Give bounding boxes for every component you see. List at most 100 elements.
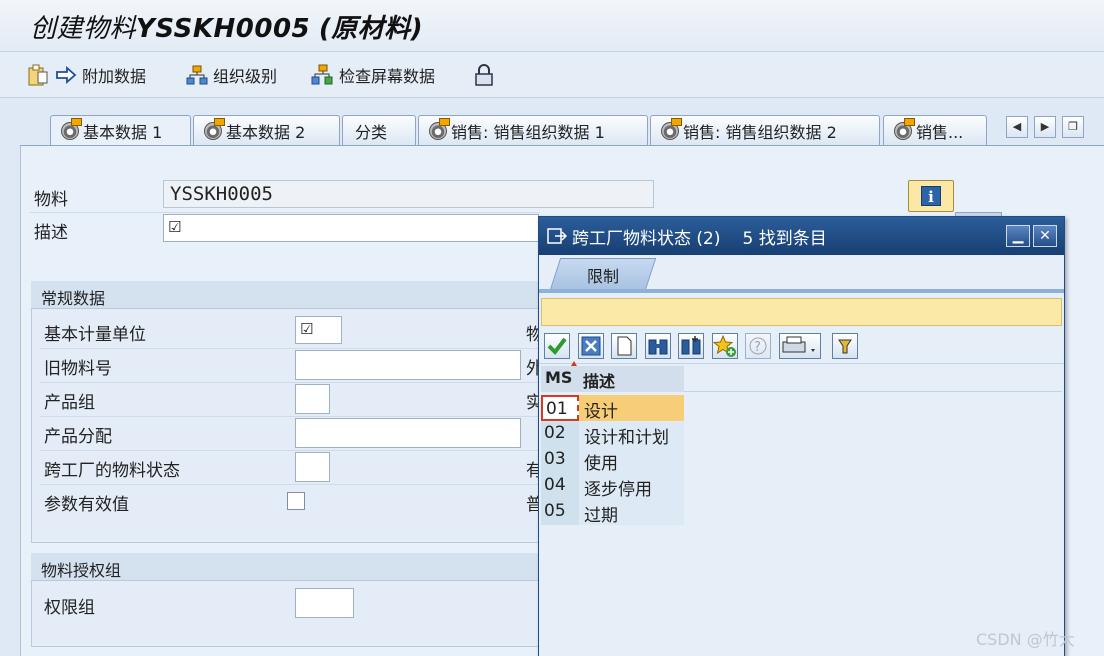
auth-group-label: 权限组 [44, 598, 95, 618]
base-uom-field[interactable]: ☑ [295, 316, 342, 344]
find-next-button[interactable] [678, 333, 704, 359]
param-effectivity-checkbox[interactable] [287, 492, 305, 510]
param-effectivity-label: 参数有效值 [44, 495, 129, 515]
triangle-right-icon: ▶ [1040, 120, 1050, 133]
product-allocation-label: 产品分配 [44, 427, 112, 447]
document-icon [617, 336, 632, 356]
cancel-icon [581, 336, 601, 356]
org-levels-button[interactable]: 组织级别 [186, 63, 277, 87]
row-divider [40, 382, 540, 383]
filter-button[interactable] [832, 333, 858, 359]
tab-scroll-right-button[interactable]: ▶ [1034, 116, 1056, 138]
cancel-button[interactable] [578, 333, 604, 359]
tab-label: 销售... [916, 122, 964, 142]
product-group-label: 产品组 [44, 393, 95, 413]
status-code: 01 [541, 395, 579, 421]
cross-plant-status-label: 跨工厂的物料状态 [44, 461, 180, 481]
arrow-right-icon [56, 66, 77, 84]
continue-button[interactable] [544, 333, 570, 359]
new-button[interactable] [611, 333, 637, 359]
tab-label: 销售: 销售组织数据 2 [683, 122, 837, 142]
column-header-desc[interactable]: 描述 [579, 366, 684, 392]
old-material-no-label: 旧物料号 [44, 359, 112, 379]
svg-text:?: ? [754, 340, 761, 355]
tab-scroll-left-button[interactable]: ◀ [1006, 116, 1028, 138]
help-button[interactable]: ? [745, 333, 771, 359]
column-header-ms[interactable]: MS [541, 366, 579, 392]
window-icon [547, 228, 567, 244]
minimize-button[interactable]: ▁ [1006, 225, 1030, 247]
page-title: 创建物料YSSKH0005 (原材料) [30, 14, 424, 44]
row-divider [40, 450, 540, 451]
list-item[interactable]: 05 过期 [541, 499, 684, 526]
checkmark-icon [547, 337, 567, 356]
info-button[interactable]: i [908, 180, 954, 212]
value-help-dialog: 跨工厂物料状态 (2) 5 找到条目 ▁ ✕ 限制 ? MS 描述 01 设计 0… [538, 216, 1065, 656]
tab-list-button[interactable]: ❐ [1062, 116, 1084, 138]
list-item[interactable]: 02 设计和计划 [541, 421, 684, 448]
status-code: 05 [541, 499, 579, 525]
star-plus-icon [712, 334, 736, 357]
lock-button[interactable] [474, 63, 494, 87]
additional-data-button[interactable]: 附加数据 [26, 63, 146, 87]
list-item[interactable]: 03 使用 [541, 447, 684, 474]
status-desc: 设计和计划 [579, 421, 684, 448]
tab-sales-org-2[interactable]: 销售: 销售组织数据 2 [650, 115, 880, 145]
tab-sales-more[interactable]: 销售... [883, 115, 987, 145]
general-data-header: 常规数据 [31, 281, 541, 309]
list-item[interactable]: 01 设计 [541, 395, 684, 422]
old-material-no-field[interactable] [295, 350, 521, 380]
status-desc: 设计 [579, 395, 684, 422]
tab-classification[interactable]: 分类 [342, 115, 416, 145]
material-field[interactable]: YSSKH0005 [163, 180, 654, 208]
print-button[interactable] [779, 333, 821, 359]
status-icon [61, 118, 82, 140]
close-button[interactable]: ✕ [1033, 225, 1057, 247]
list-item[interactable]: 04 逐步停用 [541, 473, 684, 500]
add-favorite-button[interactable] [712, 333, 738, 359]
info-icon: i [921, 186, 941, 206]
status-icon [204, 117, 225, 140]
clipboard-icon [28, 64, 48, 86]
check-screen-data-button[interactable]: 检查屏幕数据 [310, 63, 435, 87]
status-desc: 使用 [579, 447, 684, 474]
check-screen-data-label: 检查屏幕数据 [339, 67, 436, 86]
dialog-title-bar[interactable]: 跨工厂物料状态 (2) 5 找到条目 [539, 217, 1064, 255]
cross-plant-status-field[interactable] [295, 452, 330, 482]
message-bar [541, 298, 1062, 326]
binoculars-plus-icon [681, 336, 701, 355]
status-code: 04 [541, 473, 579, 499]
header-filler [684, 366, 1062, 392]
hierarchy-icon [186, 65, 208, 85]
row-divider [40, 348, 540, 349]
minimize-icon: ▁ [1012, 228, 1024, 244]
tab-basic-data-1[interactable]: 基本数据 1 [50, 115, 191, 146]
auth-group-header: 物料授权组 [31, 553, 541, 581]
tab-list-icon: ❐ [1068, 120, 1078, 133]
dialog-hit-count: 5 找到条目 [742, 228, 827, 249]
status-desc: 逐步停用 [579, 473, 684, 500]
status-code: 02 [541, 421, 579, 447]
printer-icon [782, 336, 815, 353]
description-label: 描述 [34, 223, 68, 243]
tab-label: 基本数据 2 [226, 122, 306, 142]
binoculars-icon [648, 339, 668, 355]
product-group-field[interactable] [295, 384, 330, 414]
product-allocation-field[interactable] [295, 418, 521, 448]
tab-label: 销售: 销售组织数据 1 [451, 122, 605, 142]
additional-data-label: 附加数据 [82, 67, 147, 86]
close-icon: ✕ [1039, 228, 1051, 244]
auth-group-field[interactable] [295, 588, 354, 618]
restrict-tab-label: 限制 [587, 267, 620, 286]
dialog-title: 跨工厂物料状态 (2) [572, 228, 721, 249]
tab-strip-line [539, 289, 1064, 293]
tab-sales-org-1[interactable]: 销售: 销售组织数据 1 [418, 115, 648, 145]
org-levels-label: 组织级别 [213, 67, 278, 86]
row-divider [40, 416, 540, 417]
triangle-left-icon: ◀ [1012, 120, 1022, 133]
watermark: CSDN @竹大 [976, 630, 1075, 649]
description-field[interactable]: ☑ [163, 214, 539, 242]
material-value: YSSKH0005 [170, 183, 273, 205]
tab-basic-data-2[interactable]: 基本数据 2 [193, 115, 340, 145]
find-button[interactable] [645, 333, 671, 359]
